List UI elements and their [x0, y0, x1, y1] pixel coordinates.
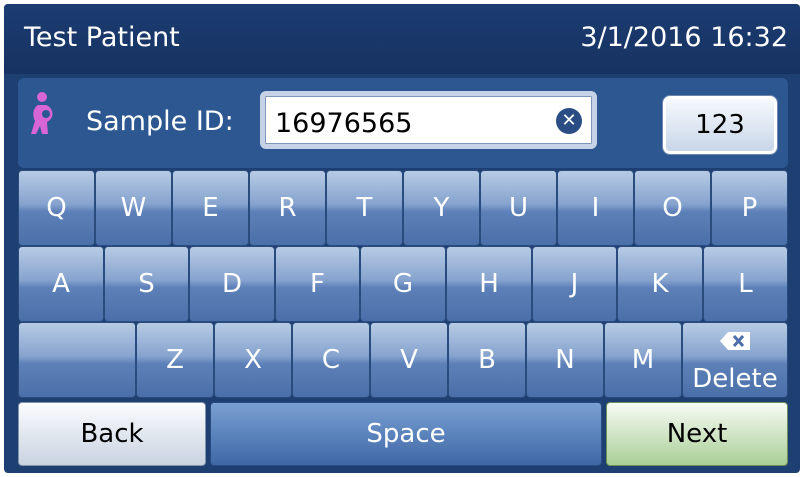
- key-a[interactable]: A: [18, 246, 104, 322]
- key-label: Z: [166, 345, 184, 375]
- key-e[interactable]: E: [172, 170, 249, 246]
- back-button[interactable]: Back: [18, 402, 206, 466]
- sample-id-label: Sample ID:: [86, 106, 234, 137]
- key-t[interactable]: T: [326, 170, 403, 246]
- clear-circle-icon[interactable]: ✕: [556, 108, 582, 134]
- patient-title: Test Patient: [24, 22, 180, 53]
- key-q[interactable]: Q: [18, 170, 95, 246]
- key-b[interactable]: B: [448, 322, 526, 398]
- key-label: S: [138, 269, 155, 299]
- key-label: P: [741, 193, 758, 223]
- key-label: L: [738, 269, 753, 299]
- key-c[interactable]: C: [292, 322, 370, 398]
- key-j[interactable]: J: [532, 246, 617, 322]
- key-label: I: [591, 193, 600, 223]
- key-label: H: [479, 269, 499, 299]
- key-s[interactable]: S: [104, 246, 189, 322]
- key-z[interactable]: Z: [136, 322, 214, 398]
- key-label: D: [221, 269, 243, 299]
- sample-input-panel: Sample ID: 16976565 ✕ 123: [18, 78, 788, 168]
- key-label: F: [310, 269, 325, 299]
- screen: Test Patient 3/1/2016 16:32 Sample ID: 1…: [4, 4, 800, 473]
- date-time: 3/1/2016 16:32: [580, 22, 788, 53]
- key-label: V: [400, 345, 418, 375]
- key-label: R: [278, 193, 297, 223]
- key-label: X: [244, 345, 262, 375]
- key-p[interactable]: P: [711, 170, 788, 246]
- key-label: M: [631, 345, 655, 375]
- key-label: A: [52, 269, 70, 299]
- key-l[interactable]: L: [703, 246, 788, 322]
- key-f[interactable]: F: [275, 246, 360, 322]
- numeric-mode-button[interactable]: 123: [663, 96, 777, 154]
- key-o[interactable]: O: [634, 170, 711, 246]
- key-h[interactable]: H: [446, 246, 532, 322]
- key-w[interactable]: W: [95, 170, 172, 246]
- key-label: N: [555, 345, 575, 375]
- key-label: Q: [46, 193, 67, 223]
- key-label: G: [392, 269, 414, 299]
- delete-key[interactable]: Delete: [682, 322, 788, 398]
- key-label: E: [202, 193, 219, 223]
- sample-id-value: 16976565: [275, 108, 413, 139]
- pregnant-woman-icon: [31, 92, 53, 134]
- key-k[interactable]: K: [617, 246, 703, 322]
- space-button[interactable]: Space: [210, 402, 602, 466]
- key-blank[interactable]: [18, 322, 136, 398]
- key-r[interactable]: R: [249, 170, 326, 246]
- key-i[interactable]: I: [557, 170, 634, 246]
- key-label: U: [508, 193, 529, 223]
- sample-id-field[interactable]: 16976565 ✕: [260, 91, 597, 149]
- title-bar: Test Patient 3/1/2016 16:32: [4, 4, 800, 74]
- key-label: Y: [433, 193, 450, 223]
- delete-label: Delete: [692, 364, 778, 394]
- key-x[interactable]: X: [214, 322, 292, 398]
- key-g[interactable]: G: [360, 246, 446, 322]
- key-u[interactable]: U: [480, 170, 557, 246]
- key-label: B: [478, 345, 496, 375]
- next-button[interactable]: Next: [606, 402, 788, 466]
- keyboard: Q W E R T Y U I O P A S D F G H J K L Z …: [18, 170, 788, 398]
- key-v[interactable]: V: [370, 322, 448, 398]
- key-n[interactable]: N: [526, 322, 604, 398]
- key-label: O: [662, 193, 683, 223]
- key-d[interactable]: D: [189, 246, 275, 322]
- key-label: T: [356, 193, 373, 223]
- key-y[interactable]: Y: [403, 170, 480, 246]
- key-label: W: [120, 193, 147, 223]
- bottom-bar: Back Space Next: [18, 402, 788, 466]
- key-label: J: [570, 269, 579, 299]
- key-label: K: [651, 269, 669, 299]
- key-m[interactable]: M: [604, 322, 682, 398]
- backspace-icon: [720, 332, 750, 350]
- key-label: C: [321, 345, 341, 375]
